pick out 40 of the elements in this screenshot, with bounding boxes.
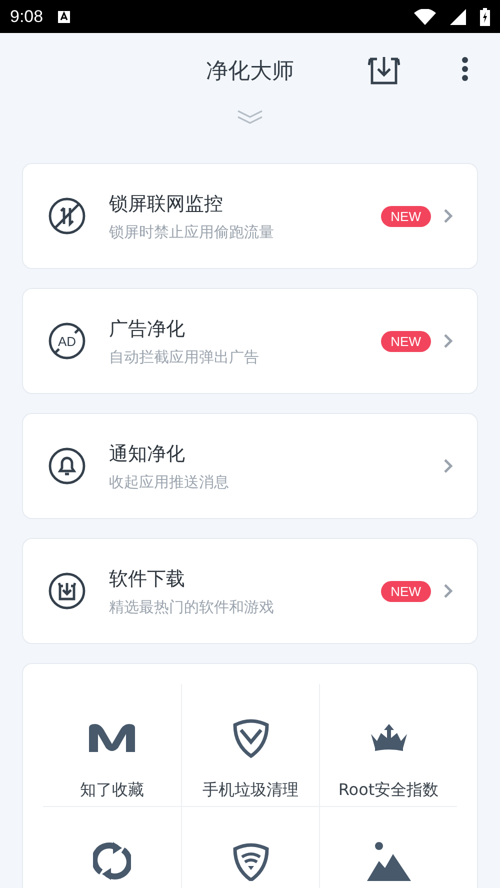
feature-title: 软件下载: [109, 566, 186, 592]
mountain-icon: [366, 841, 410, 881]
feature-title: 通知净化: [109, 442, 186, 466]
download-icon: [47, 571, 87, 611]
feature-subtitle: 锁屏时禁止应用偷跑流量: [109, 222, 275, 242]
shield-check-icon: [232, 717, 270, 759]
feature-subtitle: 精选最热门的软件和游戏: [109, 598, 275, 616]
ad-block-icon: AD: [47, 321, 87, 361]
feature-title: 广告净化: [109, 316, 186, 342]
status-time: 9:08: [10, 6, 44, 26]
blocked-arrows-icon: [47, 196, 87, 236]
signal-icon: [450, 8, 466, 24]
new-badge: NEW: [380, 330, 431, 352]
new-badge: NEW: [380, 580, 431, 602]
chevron-right-icon: [443, 458, 453, 474]
download-box-icon: [368, 55, 400, 85]
tool-label[interactable]: Root安全指数: [338, 780, 439, 801]
chevron-right-icon: [443, 583, 453, 599]
bell-icon: [47, 446, 87, 486]
battery-icon: [480, 8, 490, 26]
feature-card[interactable]: 软件下载 精选最热门的软件和游戏 NEW: [22, 538, 478, 644]
feature-title: 锁屏联网监控: [109, 192, 224, 216]
feature-subtitle: 自动拦截应用弹出广告: [109, 348, 260, 366]
refresh-icon: [93, 842, 131, 880]
chevron-right-icon: [443, 333, 453, 349]
wifi-icon: [414, 8, 436, 24]
m-logo-icon: [89, 724, 135, 752]
feature-subtitle: 收起应用推送消息: [109, 472, 230, 492]
more-vertical-icon: [460, 55, 470, 83]
chevron-right-icon: [443, 208, 453, 224]
feature-card[interactable]: 通知净化 收起应用推送消息: [22, 413, 478, 519]
new-badge: NEW: [380, 206, 431, 226]
wifi-shield-icon: [232, 841, 270, 881]
tool-label[interactable]: 知了收藏: [80, 780, 144, 801]
feature-card[interactable]: 锁屏联网监控 锁屏时禁止应用偷跑流量 NEW: [22, 163, 478, 269]
crown-icon: [368, 724, 408, 752]
app-title: 净化大师: [206, 58, 294, 86]
notification-icon: [57, 10, 72, 24]
feature-card[interactable]: AD 广告净化 自动拦截应用弹出广告 NEW: [22, 288, 478, 394]
tool-label[interactable]: 手机垃圾清理: [202, 780, 298, 801]
